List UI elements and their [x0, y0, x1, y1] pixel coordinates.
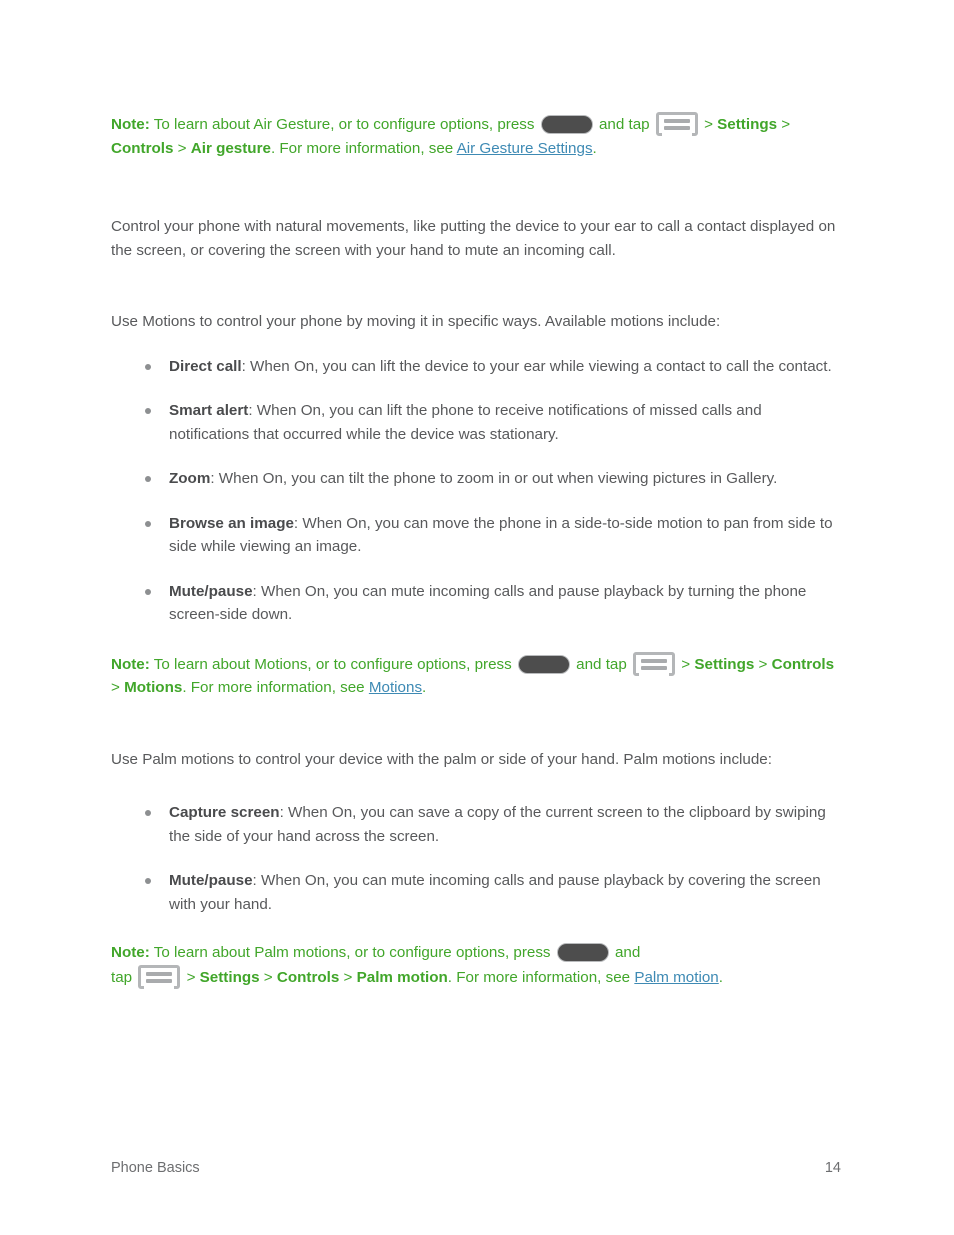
paragraph-motions-intro: Use Motions to control your phone by mov… [111, 313, 721, 330]
bullet-dot-icon [145, 810, 151, 816]
home-button-icon[interactable] [540, 115, 593, 134]
note-text: . For more information, see [447, 968, 635, 986]
breadcrumb-settings: Settings [199, 968, 260, 986]
note-text: To learn about Palm motions, or to confi… [149, 944, 555, 961]
breadcrumb-separator: > [339, 968, 357, 986]
breadcrumb-target: Motions [124, 679, 183, 696]
menu-icon-bar [663, 119, 690, 123]
breadcrumb-controls: Controls [111, 139, 174, 157]
bullet-dot-icon [145, 363, 151, 370]
breadcrumb-separator: > [777, 116, 791, 133]
menu-icon-gap [144, 985, 175, 989]
note-text: > [677, 655, 695, 673]
paragraph-intro: Control your phone with natural movement… [111, 218, 836, 259]
menu-button-icon[interactable] [633, 651, 676, 676]
breadcrumb-separator: > [754, 655, 772, 673]
breadcrumb-controls: Controls [771, 655, 835, 673]
list-item-term: Smart alert [169, 402, 249, 419]
palm-bullet-list: Capture screen: When On, you can save a … [111, 801, 841, 916]
note-text: . [422, 679, 427, 696]
menu-icon-gap [639, 672, 670, 676]
cross-reference-link[interactable]: Palm motion [634, 969, 718, 986]
breadcrumb-settings: Settings [694, 655, 755, 673]
bullet-dot-icon [145, 476, 151, 482]
note-text: > [182, 968, 200, 986]
cross-reference-link[interactable]: Air Gesture Settings [457, 140, 593, 157]
cross-reference-link[interactable]: Motions [369, 679, 422, 696]
menu-button-icon[interactable] [655, 112, 698, 136]
note-label: Note: [111, 116, 150, 133]
note-text: > [699, 116, 718, 133]
breadcrumb-separator: > [173, 139, 191, 157]
note-text: and tap [594, 116, 654, 133]
breadcrumb-separator: > [111, 679, 125, 696]
note-air-gesture: Note: To learn about Air Gesture, or to … [111, 112, 841, 160]
note-text: . For more information, see [270, 139, 457, 157]
bullet-dot-icon [145, 408, 151, 414]
note-text: To learn about Motions, or to configure … [149, 655, 516, 673]
note-label: Note: [111, 655, 150, 673]
list-item: Browse an image: When On, you can move t… [111, 512, 841, 559]
menu-icon-bar [146, 971, 173, 976]
footer-page-number: 14 [824, 1160, 841, 1176]
note-text: . [592, 139, 597, 157]
note-text: tap [111, 968, 137, 986]
motions-bullet-list: Direct call: When On, you can lift the d… [111, 355, 841, 627]
page-content: Note: To learn about Air Gesture, or to … [111, 112, 841, 989]
home-button-icon[interactable] [556, 943, 609, 962]
list-item-desc: : When On, you can lift the device to yo… [241, 357, 832, 375]
note-text: and [610, 944, 641, 961]
list-item-desc: : When On, you can lift the phone to rec… [169, 402, 762, 443]
list-item-term: Mute/pause [169, 872, 253, 889]
list-item-term: Browse an image [169, 514, 294, 532]
list-item-desc: : When On, you can tilt the phone to zoo… [210, 470, 778, 487]
menu-icon-bar [641, 658, 668, 663]
menu-button-icon[interactable] [138, 964, 181, 989]
breadcrumb-target: Air gesture [190, 139, 271, 157]
note-text: . [718, 968, 723, 986]
list-item: Mute/pause: When On, you can mute incomi… [111, 580, 841, 627]
note-palm-motions: Note: To learn about Palm motions, or to… [111, 941, 841, 989]
list-item-desc: : When On, you can mute incoming calls a… [169, 582, 807, 624]
breadcrumb-settings: Settings [717, 116, 778, 133]
list-item: Direct call: When On, you can lift the d… [111, 355, 841, 379]
breadcrumb-target: Palm motion [356, 968, 448, 986]
bullet-dot-icon [145, 520, 151, 527]
menu-icon-bar [641, 665, 668, 670]
note-text: . For more information, see [182, 679, 369, 696]
list-item-term: Mute/pause [169, 582, 253, 600]
note-label: Note: [111, 944, 150, 961]
bullet-dot-icon [145, 878, 151, 884]
document-page: Note: To learn about Air Gesture, or to … [0, 0, 954, 1235]
note-motions: Note: To learn about Motions, or to conf… [111, 651, 841, 700]
breadcrumb-controls: Controls [276, 968, 340, 986]
bullet-dot-icon [145, 588, 151, 595]
page-footer: Phone Basics 14 [111, 1158, 841, 1178]
list-item: Zoom: When On, you can tilt the phone to… [111, 467, 841, 491]
breadcrumb-separator: > [259, 968, 277, 986]
menu-icon-bar [663, 126, 690, 130]
list-item: Capture screen: When On, you can save a … [111, 801, 841, 848]
list-item-term: Direct call [169, 357, 242, 375]
note-text: and tap [571, 655, 632, 673]
list-item: Mute/pause: When On, you can mute incomi… [111, 869, 841, 916]
list-item: Smart alert: When On, you can lift the p… [111, 399, 841, 446]
list-item-term: Zoom [169, 470, 211, 487]
footer-section-label: Phone Basics [111, 1160, 200, 1176]
menu-icon-bar [146, 978, 173, 983]
note-text: To learn about Air Gesture, or to config… [149, 116, 539, 133]
home-button-icon[interactable] [517, 654, 570, 674]
paragraph-palm-intro: Use Palm motions to control your device … [111, 750, 772, 768]
menu-icon-gap [661, 133, 692, 136]
list-item-desc: : When On, you can mute incoming calls a… [169, 872, 821, 913]
list-item-term: Capture screen [169, 804, 280, 821]
